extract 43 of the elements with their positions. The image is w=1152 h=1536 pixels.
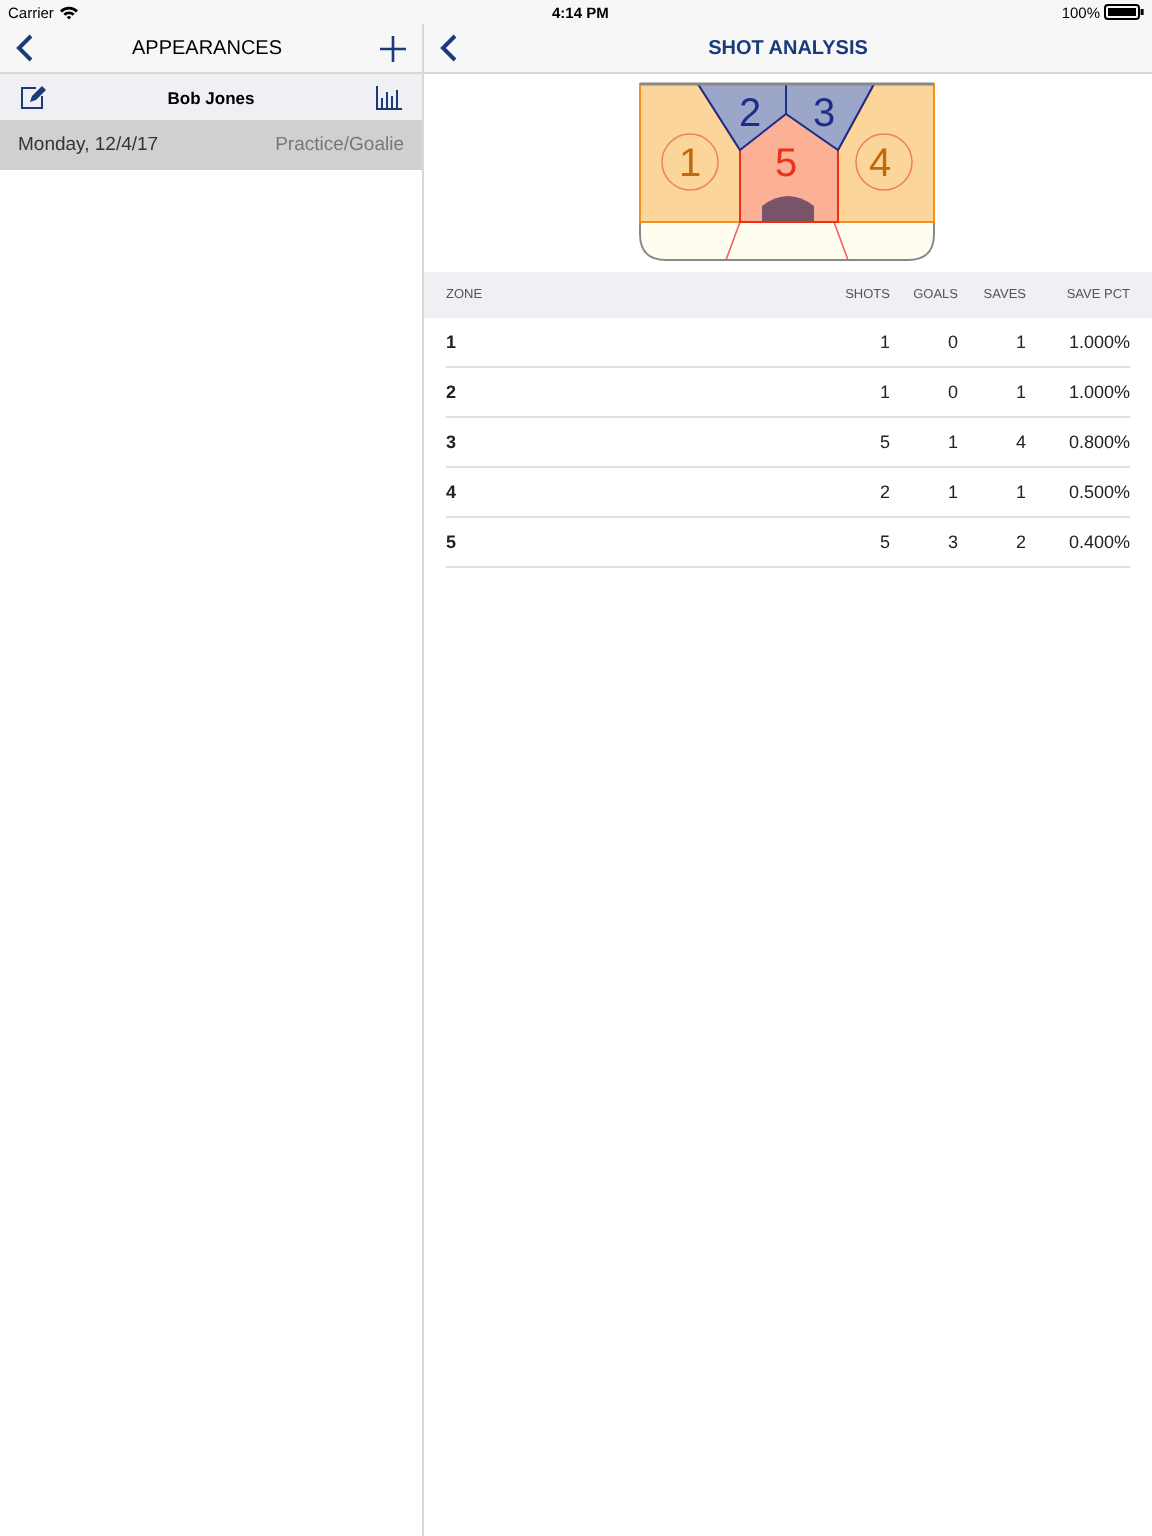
table-cell-text: 2 — [1013, 532, 1026, 552]
table-cell-text: 2 — [877, 482, 890, 502]
table-cell-text: 5 — [877, 432, 890, 452]
table-cell-text: 4 — [1013, 432, 1026, 452]
edit-icon[interactable] — [20, 85, 46, 109]
zone-label: 4 — [868, 142, 892, 186]
table-cell-text: 1.000% — [1066, 332, 1130, 352]
wifi-icon — [59, 5, 78, 19]
zone-label: 2 — [738, 92, 762, 136]
table-cell-text: 2 — [446, 382, 459, 402]
table-cell-text: 1.000% — [1066, 382, 1130, 402]
player-name: Bob Jones — [167, 87, 255, 107]
table-cell-text: 0 — [945, 332, 958, 352]
battery-icon — [1104, 4, 1144, 20]
table-cell-text: 1 — [1013, 482, 1026, 502]
table-cell-text: 0.400% — [1066, 532, 1130, 552]
type-label: Practice/Goalie — [275, 134, 404, 156]
table-cell-text: 4 — [446, 482, 459, 502]
table-cell-text: 0 — [945, 382, 958, 402]
pane-title: SHOT ANALYSIS — [706, 37, 870, 59]
zone-label: 1 — [678, 142, 702, 186]
chart-icon[interactable] — [375, 85, 402, 109]
table-cell-text: 3 — [945, 532, 958, 552]
zone-label: 5 — [774, 142, 798, 186]
table-cell-text: 5 — [877, 532, 890, 552]
table-cell-text: 1 — [945, 482, 958, 502]
table-cell-text: 1 — [446, 332, 459, 352]
back-icon[interactable] — [440, 34, 458, 62]
table-cell-text: 3 — [446, 432, 459, 452]
add-icon[interactable] — [380, 35, 406, 61]
table-cell-text: 1 — [877, 382, 890, 402]
table-cell-text: 0.500% — [1066, 482, 1130, 502]
pane-title: APPEARANCES — [129, 37, 285, 59]
table-cell-text: 1 — [877, 332, 890, 352]
table-cell-text: 5 — [446, 532, 459, 552]
back-icon[interactable] — [16, 34, 34, 62]
zone-label: 3 — [812, 92, 836, 136]
table-cell-text: 1 — [1013, 382, 1026, 402]
appearance-item[interactable]: Monday, 12/4/17 Practice/Goalie — [0, 120, 422, 170]
date-label: Monday, 12/4/17 — [18, 134, 159, 156]
table-cell-text: 1 — [945, 432, 958, 452]
table-cell-text: 1 — [1013, 332, 1026, 352]
table-cell-text: 0.800% — [1066, 432, 1130, 452]
